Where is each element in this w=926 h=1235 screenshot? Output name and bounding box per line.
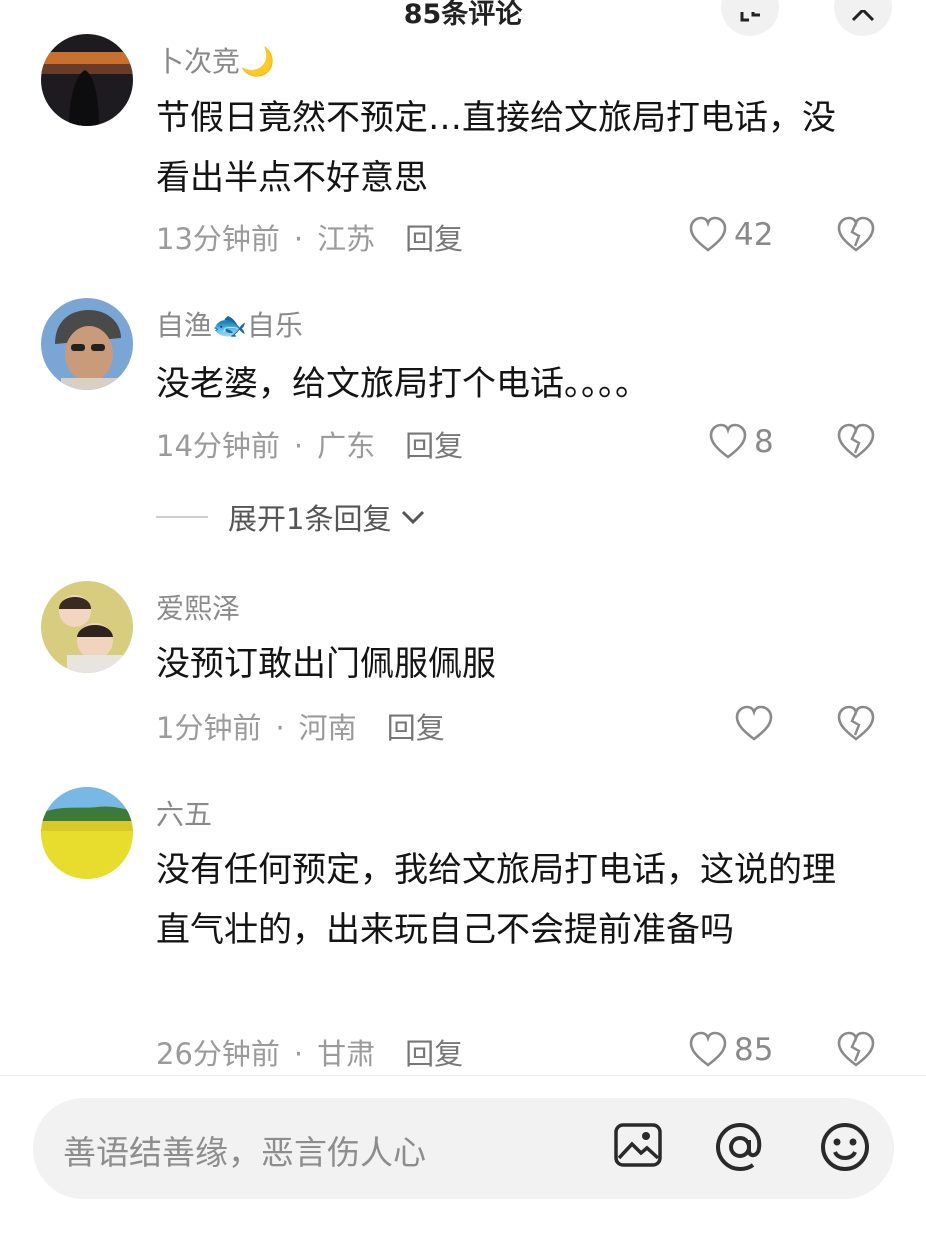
expand-replies-button[interactable]: 展开1条回复 <box>156 496 427 538</box>
like-button[interactable]: 85 <box>688 1031 773 1069</box>
comment-location: 甘肃 <box>317 1037 376 1071</box>
like-count: 85 <box>734 1032 774 1068</box>
dislike-button[interactable] <box>836 705 876 747</box>
comment-meta: 1分钟前 · 河南 回复 <box>156 705 445 747</box>
separator: · <box>293 1037 304 1071</box>
broken-heart-icon <box>837 1031 875 1067</box>
heart-icon <box>689 1031 727 1067</box>
username[interactable]: 爱熙泽 <box>156 587 240 627</box>
close-icon <box>851 10 875 22</box>
comment-meta: 26分钟前 · 甘肃 回复 <box>156 1031 463 1073</box>
comment-input-bar: 善语结善缘，恶言伤人心 <box>0 1075 926 1235</box>
dislike-button[interactable] <box>836 423 876 465</box>
like-count: 42 <box>734 217 774 253</box>
heart-icon <box>689 216 727 252</box>
expand-icon <box>740 12 760 22</box>
separator: · <box>275 711 285 745</box>
comment-time: 14分钟前 <box>156 429 280 463</box>
image-icon <box>614 1123 662 1167</box>
separator: · <box>293 222 304 256</box>
mention-button[interactable] <box>713 1120 767 1178</box>
comments-header: 85条评论 <box>0 0 926 40</box>
comment-count-title: 85条评论 <box>403 0 523 30</box>
username[interactable]: 卜次竞🌙 <box>156 40 275 80</box>
comment-meta: 13分钟前 · 江苏 回复 <box>156 216 463 258</box>
broken-heart-icon <box>837 423 875 459</box>
comment-text: 节假日竟然不预定…直接给文旅局打电话，没看出半点不好意思 <box>156 98 836 198</box>
like-button[interactable]: 42 <box>688 216 773 254</box>
comment-meta: 14分钟前 · 广东 回复 <box>156 423 463 465</box>
like-count: 8 <box>754 424 774 460</box>
emoji-icon <box>821 1123 869 1171</box>
username[interactable]: 六五 <box>156 793 212 833</box>
like-button[interactable] <box>734 705 780 743</box>
broken-heart-icon <box>837 705 875 741</box>
reply-button[interactable]: 回复 <box>387 711 445 745</box>
heart-icon <box>709 423 747 459</box>
separator: · <box>293 429 304 463</box>
comment-input-placeholder: 善语结善缘，恶言伤人心 <box>63 1133 426 1172</box>
reply-button[interactable]: 回复 <box>405 429 463 463</box>
comment-time: 1分钟前 <box>156 711 262 745</box>
comment-text: 没老婆，给文旅局打个电话。。。。 <box>156 364 649 404</box>
reply-button[interactable]: 回复 <box>405 1037 463 1071</box>
avatar[interactable] <box>41 34 133 126</box>
comment-time: 26分钟前 <box>156 1037 280 1071</box>
divider <box>156 516 208 518</box>
chevron-down-icon <box>402 510 425 525</box>
image-button[interactable] <box>613 1120 663 1174</box>
comment-location: 江苏 <box>317 222 376 256</box>
dislike-button[interactable] <box>836 216 876 258</box>
username[interactable]: 自渔🐟自乐 <box>156 304 303 344</box>
broken-heart-icon <box>837 216 875 252</box>
at-icon <box>715 1122 762 1172</box>
avatar[interactable] <box>41 298 133 390</box>
comment-input[interactable]: 善语结善缘，恶言伤人心 <box>33 1098 894 1199</box>
reply-button[interactable]: 回复 <box>405 222 463 256</box>
comment-location: 广东 <box>317 429 376 463</box>
heart-icon <box>735 705 773 741</box>
comment-location: 河南 <box>298 711 357 745</box>
expand-replies-label: 展开1条回复 <box>228 502 392 536</box>
comment-text: 没预订敢出门佩服佩服 <box>156 644 496 684</box>
avatar[interactable] <box>41 787 133 879</box>
comment-time: 13分钟前 <box>156 222 280 256</box>
dislike-button[interactable] <box>836 1031 876 1073</box>
emoji-button[interactable] <box>818 1120 872 1178</box>
like-button[interactable]: 8 <box>708 423 774 461</box>
avatar[interactable] <box>41 581 133 673</box>
comment-text: 没有任何预定，我给文旅局打电话，这说的理直气壮的，出来玩自己不会提前准备吗 <box>156 850 836 950</box>
